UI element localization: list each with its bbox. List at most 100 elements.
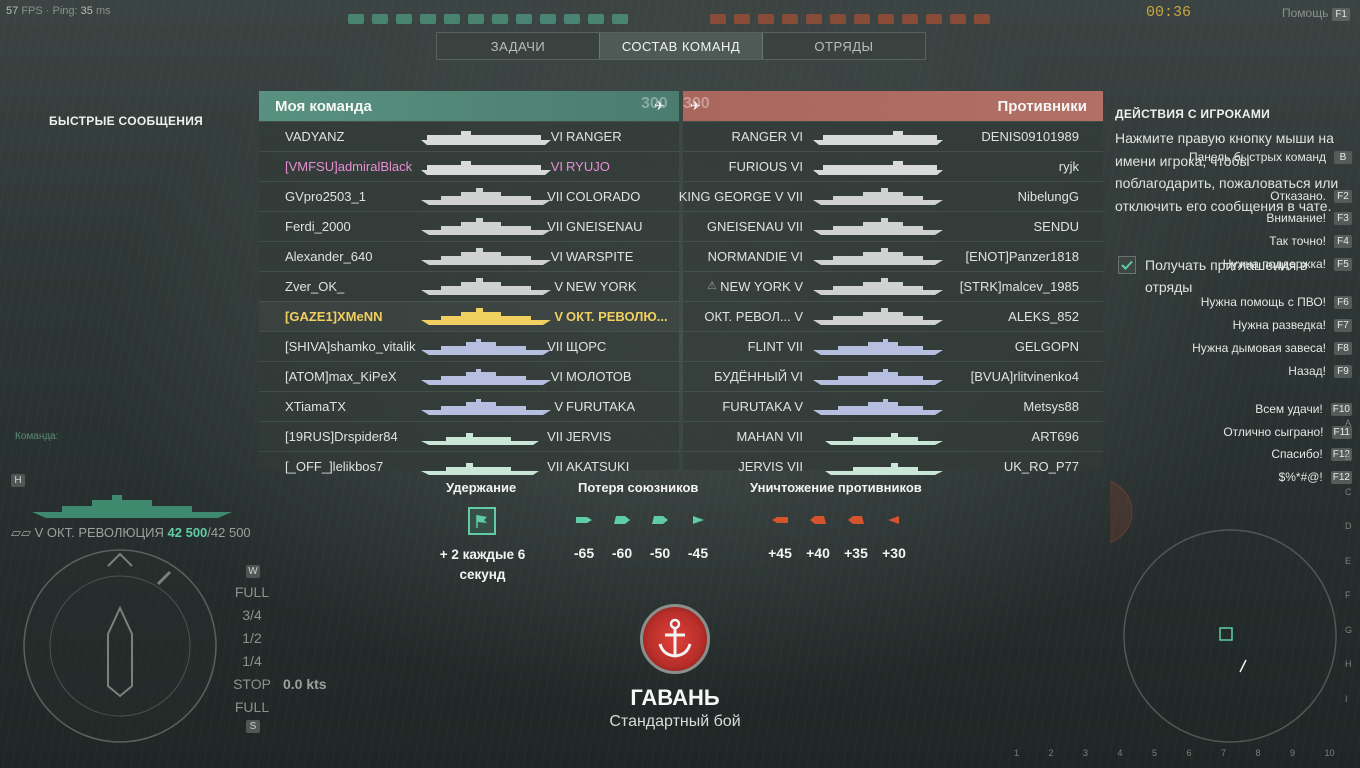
enemy-team-row[interactable]: JERVIS VII UK_RO_P77 (683, 451, 1103, 481)
player-name[interactable]: [STRK]malcev_1985 (960, 279, 1079, 294)
enemy-team-row[interactable]: MAHAN VII ART696 (683, 421, 1103, 451)
player-name[interactable]: [ENOT]Panzer1818 (966, 249, 1079, 264)
enemy-team-list: RANGER VI DENIS09101989 FURIOUS VI ryjk KING… (679, 121, 1103, 481)
my-team-row[interactable]: VADYANZ VI RANGER (259, 121, 679, 151)
enemy-team-row[interactable]: GNEISENAU VII SENDU (683, 211, 1103, 241)
ship-name: RYUJO (566, 159, 610, 174)
my-team-row[interactable]: XTiamaTX V FURUTAKA (259, 391, 679, 421)
my-team-row[interactable]: GVpro2503_1 VII COLORADO (259, 181, 679, 211)
speed-down-key: S (246, 720, 260, 733)
ally-loss-value: -60 (611, 545, 633, 561)
quick-message-item[interactable]: Всем удачи! F10 (1255, 402, 1352, 416)
ally-ship-marker-icon (564, 14, 580, 24)
enemy-kill-value: +35 (844, 545, 868, 561)
speed-step[interactable]: FULL (230, 584, 274, 600)
speed-step[interactable]: 1/2 (230, 630, 274, 646)
my-team-row[interactable]: [19RUS]Drspider84 VII JERVIS (259, 421, 679, 451)
quick-message-item[interactable]: Спасибо! F12 (1271, 447, 1352, 461)
battleship-silhouette-icon (813, 246, 943, 268)
ship-name: БУДЁННЫЙ VI (714, 369, 803, 384)
enemy-ship-marker-icon (974, 14, 990, 24)
speed-step[interactable]: 1/4 (230, 653, 274, 669)
invite-toggle[interactable]: Получать приглашения в отряды (1118, 255, 1335, 298)
enemy-team-row[interactable]: ⚠ NEW YORK V [STRK]malcev_1985 (683, 271, 1103, 301)
enemy-team-row[interactable]: KING GEORGE V VII NibelungG (679, 181, 1103, 211)
quick-message-item[interactable]: Назад! F9 (1288, 364, 1352, 378)
player-name[interactable]: [19RUS]Drspider84 (285, 429, 425, 444)
player-name[interactable]: [_OFF_]lelikbos7 (285, 459, 425, 474)
my-team-row[interactable]: [ATOM]max_KiPeX VI МОЛОТОВ (259, 361, 679, 391)
minimap-col-label: 5 (1152, 748, 1158, 758)
player-name[interactable]: [BVUA]rlitvinenko4 (971, 369, 1079, 384)
quick-message-item[interactable]: Отлично сыграно! F11 (1223, 425, 1352, 439)
minimap-col-label: 1 (1014, 748, 1020, 758)
my-team-row[interactable]: Zver_OK_ V NEW YORK (259, 271, 679, 301)
player-name[interactable]: [ATOM]max_KiPeX (285, 369, 425, 384)
aircraft-icon: ✈ (654, 98, 665, 113)
ship-tier: VII (547, 189, 563, 204)
tab-divisions[interactable]: ОТРЯДЫ (763, 33, 925, 59)
quick-message-item[interactable]: Так точно! F4 (1269, 234, 1352, 248)
battleship-enemy-icon (837, 515, 875, 525)
my-team-row[interactable]: [VMFSU]admiralBlack VI RYUJO (259, 151, 679, 181)
player-name[interactable]: ALEKS_852 (1008, 309, 1079, 324)
my-team-row[interactable]: [_OFF_]lelikbos7 VII AKATSUKI (259, 451, 679, 481)
player-name[interactable]: ryjk (1059, 159, 1079, 174)
invite-checkbox[interactable] (1118, 256, 1136, 274)
player-name[interactable]: DENIS09101989 (981, 129, 1079, 144)
hold-title: Удержание (446, 480, 517, 495)
destroyer-silhouette-icon (421, 456, 551, 478)
own-ship-hp: 42 500 (167, 525, 208, 540)
enemy-team-row[interactable]: БУДЁННЫЙ VI [BVUA]rlitvinenko4 (683, 361, 1103, 391)
fps-ping-readout: 57 FPS · Ping: 35 ms (6, 5, 111, 17)
player-name[interactable]: SENDU (1033, 219, 1079, 234)
player-name[interactable]: Zver_OK_ (285, 279, 425, 294)
ship-tier: VI (790, 369, 803, 384)
my-team-row[interactable]: [SHIVA]shamko_vitalik VII ЩОРС (259, 331, 679, 361)
ship-name: RANGER VI (731, 129, 803, 144)
player-name[interactable]: GELGOPN (1015, 339, 1079, 354)
quick-message-item[interactable]: Нужна дымовая завеса! F8 (1192, 341, 1352, 355)
speed-step[interactable]: FULL (230, 699, 274, 715)
help-hint[interactable]: Помощь F1 (1282, 6, 1350, 21)
my-team-header: Моя команда 300 ✈ (259, 91, 679, 121)
enemy-team-row[interactable]: FURUTAKA V Metsys88 (683, 391, 1103, 421)
tab-tasks[interactable]: ЗАДАЧИ (437, 33, 599, 59)
ally-ship-marker-icon (540, 14, 556, 24)
quick-message-item[interactable]: Нужна разведка! F7 (1233, 318, 1352, 332)
player-name[interactable]: ART696 (1032, 429, 1079, 444)
enemy-ship-marker-icon (854, 14, 870, 24)
enemy-team-row[interactable]: FURIOUS VI ryjk (683, 151, 1103, 181)
fps-value: 57 (6, 5, 19, 17)
player-name[interactable]: UK_RO_P77 (1004, 459, 1079, 474)
speed-value: 0.0 kts (283, 676, 327, 692)
my-team-row[interactable]: [GAZE1]XMeNN V ОКТ. РЕВОЛЮ... (259, 301, 679, 331)
player-name[interactable]: XTiamaTX (285, 399, 425, 414)
ally-loss-icons (565, 515, 717, 525)
player-name[interactable]: VADYANZ (285, 129, 425, 144)
minimap-col-label: 10 (1324, 748, 1335, 758)
tab-team-roster[interactable]: СОСТАВ КОМАНД (599, 33, 763, 59)
player-name[interactable]: [VMFSU]admiralBlack (285, 159, 425, 174)
player-name[interactable]: Alexander_640 (285, 249, 425, 264)
player-name[interactable]: Metsys88 (1023, 399, 1079, 414)
ship-name: ОКТ. РЕВОЛ... V (704, 309, 803, 324)
enemy-team-row[interactable]: ОКТ. РЕВОЛ... V ALEKS_852 (683, 301, 1103, 331)
player-name[interactable]: [SHIVA]shamko_vitalik (285, 339, 425, 354)
player-name[interactable]: [GAZE1]XMeNN (285, 309, 425, 324)
my-team-row[interactable]: Alexander_640 VI WARSPITE (259, 241, 679, 271)
player-name[interactable]: GVpro2503_1 (285, 189, 425, 204)
enemy-ship-marker-icon (710, 14, 726, 24)
minimap[interactable] (1067, 476, 1360, 748)
speed-step[interactable]: STOP (230, 676, 274, 692)
cruiser-enemy-icon (799, 515, 837, 525)
speed-step[interactable]: 3/4 (230, 607, 274, 623)
player-name[interactable]: NibelungG (1018, 189, 1079, 204)
player-name[interactable]: Ferdi_2000 (285, 219, 425, 234)
enemy-team-row[interactable]: FLINT VII GELGOPN (683, 331, 1103, 361)
enemy-team-row[interactable]: NORMANDIE VI [ENOT]Panzer1818 (683, 241, 1103, 271)
battleship-silhouette-icon (421, 246, 551, 268)
minimap-row-label: D (1345, 521, 1352, 531)
my-team-row[interactable]: Ferdi_2000 VII GNEISENAU (259, 211, 679, 241)
enemy-team-row[interactable]: RANGER VI DENIS09101989 (683, 121, 1103, 151)
